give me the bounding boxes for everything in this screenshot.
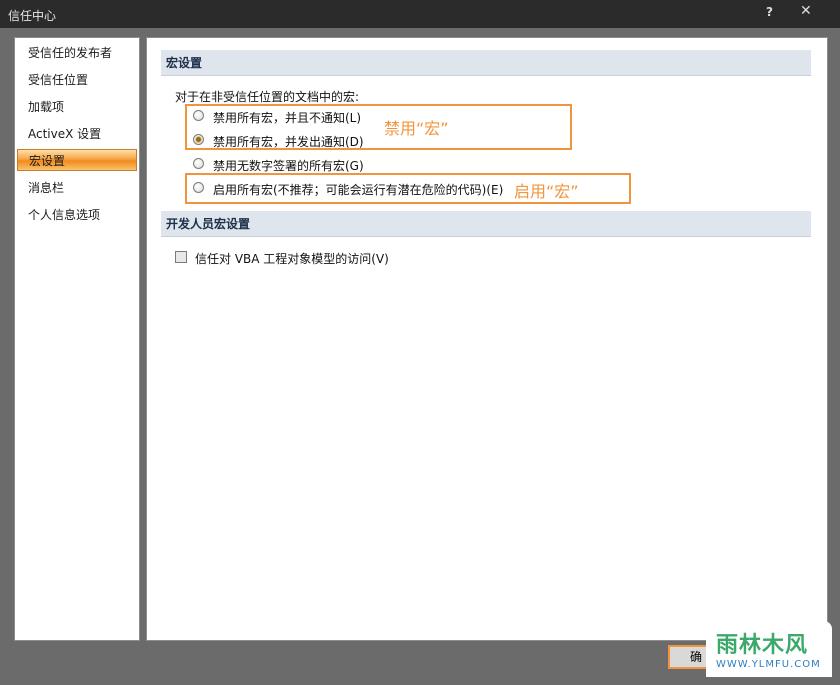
macro-prompt: 对于在非受信任位置的文档中的宏: [175, 90, 360, 104]
sidebar-item-macro-settings[interactable]: 宏设置 [17, 149, 137, 171]
sidebar-item-trusted-locations[interactable]: 受信任位置 [17, 69, 137, 91]
watermark-logo: 雨林木风 WWW.YLMFU.COM [706, 621, 832, 677]
sidebar-item-privacy-options[interactable]: 个人信息选项 [17, 204, 137, 226]
watermark-main: 雨林木风 [716, 633, 809, 658]
close-button[interactable]: ✕ [800, 3, 812, 19]
annotation-disable-label: 禁用“宏” [384, 119, 449, 138]
help-button[interactable]: ? [766, 5, 773, 19]
macro-settings-heading: 宏设置 [161, 50, 811, 76]
sidebar-item-message-bar[interactable]: 消息栏 [17, 177, 137, 199]
annotation-enable-label: 启用“宏” [514, 182, 579, 201]
watermark-sub: WWW.YLMFU.COM [716, 659, 821, 670]
vba-access-label[interactable]: 信任对 VBA 工程对象模型的访问(V) [195, 250, 389, 267]
window-title: 信任中心 [8, 9, 57, 23]
vba-access-checkbox[interactable] [175, 251, 187, 263]
radio-disable-unsigned[interactable] [193, 158, 204, 169]
sidebar: 受信任的发布者 受信任位置 加载项 ActiveX 设置 宏设置 消息栏 个人信… [14, 37, 140, 641]
sidebar-item-activex[interactable]: ActiveX 设置 [17, 123, 137, 145]
title-bar: 信任中心 ? ✕ [0, 0, 840, 28]
sidebar-item-add-ins[interactable]: 加载项 [17, 96, 137, 118]
annotation-disable-box [185, 104, 572, 150]
option-disable-unsigned-label[interactable]: 禁用无数字签署的所有宏(G) [213, 157, 364, 174]
sidebar-item-trusted-publishers[interactable]: 受信任的发布者 [17, 42, 137, 64]
developer-macro-heading: 开发人员宏设置 [161, 211, 811, 237]
